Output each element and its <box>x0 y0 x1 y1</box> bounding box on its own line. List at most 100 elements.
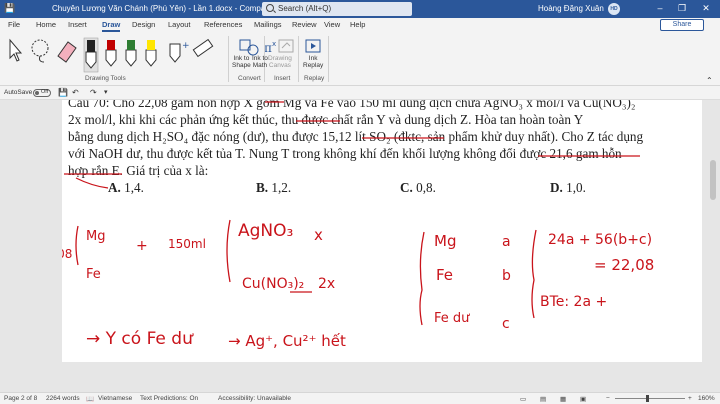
hw-mass: 22,08 <box>62 247 72 261</box>
word-count[interactable]: 2264 words <box>46 395 80 402</box>
window-title: Chuyên Lương Văn Chánh (Phú Yên) - Lần 1… <box>52 4 276 13</box>
proofing-icon[interactable]: 📖 <box>86 395 94 403</box>
tab-draw[interactable]: Draw <box>102 20 121 32</box>
hw-x: x <box>314 226 323 244</box>
pen-black-icon[interactable] <box>83 37 99 73</box>
autosave-state: Off <box>41 89 49 95</box>
search-placeholder: Search (Alt+Q) <box>278 4 332 13</box>
web-layout-icon[interactable]: ▣ <box>580 395 586 403</box>
hw-b: b <box>502 268 511 284</box>
hw-bte: BTe: 2a + <box>540 294 607 310</box>
hw-ions-consumed: → Ag⁺, Cu²⁺ hết <box>228 332 346 350</box>
text-predictions[interactable]: Text Predictions: On <box>140 395 198 402</box>
svg-text:x: x <box>272 40 276 48</box>
select-tool-icon[interactable] <box>9 38 23 62</box>
zoom-level[interactable]: 160% <box>698 395 715 402</box>
group-drawing-tools: Drawing Tools <box>85 75 126 82</box>
svg-text:π: π <box>264 41 272 55</box>
share-button[interactable]: Share <box>660 19 704 31</box>
page-count[interactable]: Page 2 of 8 <box>4 395 37 402</box>
ruler-icon[interactable] <box>192 38 214 58</box>
pen-green-icon[interactable] <box>125 40 137 67</box>
collapse-ribbon-icon[interactable]: ⌃ <box>706 76 713 85</box>
search-box[interactable]: Search (Alt+Q) <box>262 2 412 16</box>
hw-fe-2: Fe <box>436 266 453 284</box>
tab-layout[interactable]: Layout <box>168 20 191 29</box>
ink-brace <box>531 229 537 319</box>
autosave-label: AutoSave <box>4 89 33 96</box>
ink-brace <box>419 231 425 326</box>
separator <box>228 36 229 82</box>
tab-design[interactable]: Design <box>132 20 155 29</box>
tab-view[interactable]: View <box>324 20 340 29</box>
scrollbar-thumb[interactable] <box>710 160 716 200</box>
ribbon-tabs: File Home Insert Draw Design Layout Refe… <box>0 18 720 32</box>
focus-icon[interactable]: ▭ <box>520 395 526 403</box>
ink-replay-icon[interactable] <box>305 39 321 53</box>
search-icon <box>266 4 274 12</box>
redo-icon[interactable]: ↷ <box>90 88 97 97</box>
hw-fe-du: Fe dư <box>434 311 470 326</box>
hw-c: c <box>502 316 510 332</box>
tab-mailings[interactable]: Mailings <box>254 20 282 29</box>
status-bar: Page 2 of 8 2264 words 📖 Vietnamese Text… <box>0 392 720 404</box>
add-pen-icon[interactable]: + <box>169 41 190 63</box>
pen-red-icon[interactable] <box>105 40 117 67</box>
highlighter-yellow-icon[interactable] <box>145 40 157 67</box>
accessibility-status[interactable]: Accessibility: Unavailable <box>218 395 291 402</box>
hw-mg-2: Mg <box>434 232 456 250</box>
lasso-select-icon[interactable] <box>31 39 49 63</box>
hw-cuno3: Cu(NO₃)₂ <box>242 276 304 292</box>
tab-insert[interactable]: Insert <box>68 20 87 29</box>
save-icon[interactable]: 💾 <box>4 3 15 14</box>
save-icon[interactable]: 💾 <box>58 88 68 97</box>
ink-annotations[interactable]: 22,08 Mg Fe + 150ml AgNO₃ x Cu(NO₃)₂ 2x … <box>62 100 702 362</box>
zoom-slider[interactable] <box>615 398 685 399</box>
svg-text:+: + <box>182 41 190 51</box>
hw-plus: + <box>136 238 148 254</box>
close-button[interactable]: ✕ <box>700 2 712 14</box>
undo-icon[interactable]: ↶ <box>72 88 79 97</box>
tab-file[interactable]: File <box>8 20 20 29</box>
eraser-icon[interactable] <box>57 41 77 63</box>
vertical-scrollbar[interactable] <box>706 100 720 362</box>
title-bar: 💾 Chuyên Lương Văn Chánh (Phú Yên) - Lần… <box>0 0 720 18</box>
language[interactable]: Vietnamese <box>98 395 132 402</box>
ink-stroke <box>75 177 109 189</box>
group-convert: Convert <box>238 75 261 82</box>
ink-bracket <box>226 219 231 283</box>
hw-equation-2: = 22,08 <box>594 256 654 274</box>
tab-home[interactable]: Home <box>36 20 56 29</box>
hw-mg: Mg <box>86 229 105 244</box>
tab-review[interactable]: Review <box>292 20 317 29</box>
ink-to-shape-icon[interactable] <box>239 39 259 56</box>
minimize-button[interactable]: – <box>654 2 666 14</box>
tab-help[interactable]: Help <box>350 20 365 29</box>
ink-bracket <box>75 225 79 266</box>
avatar[interactable]: HD <box>608 3 620 15</box>
restore-button[interactable]: ❐ <box>676 2 688 14</box>
read-mode-icon[interactable]: ▤ <box>540 395 546 403</box>
print-layout-icon[interactable]: ▦ <box>560 395 566 403</box>
separator <box>328 36 329 82</box>
document-page[interactable]: Câu 70: Cho 22,08 gam hỗn hợp X gồm Mg v… <box>62 100 702 362</box>
ink-to-shape-label: Ink to Shape <box>232 55 251 69</box>
user-name[interactable]: Hoàng Đặng Xuân <box>538 4 604 13</box>
ink-to-math-label: Ink to Math <box>252 55 268 69</box>
hw-2x: 2x <box>318 276 335 292</box>
zoom-slider-thumb[interactable] <box>646 395 649 402</box>
ink-to-math-icon[interactable]: π x <box>264 40 276 55</box>
customize-qat-icon[interactable]: ▾ <box>104 88 108 96</box>
hw-y-contains: → Y có Fe dư <box>86 329 194 349</box>
hw-a: a <box>502 234 511 250</box>
zoom-in-icon[interactable]: + <box>688 395 692 402</box>
hw-volume: 150ml <box>168 237 206 251</box>
group-insert: Insert <box>274 75 291 82</box>
hw-equation-1: 24a + 56(b+c) <box>548 232 652 248</box>
tab-references[interactable]: References <box>204 20 242 29</box>
zoom-out-icon[interactable]: − <box>606 395 610 402</box>
hw-agno3: AgNO₃ <box>238 221 293 241</box>
drawing-canvas-icon[interactable] <box>278 39 294 53</box>
group-replay: Replay <box>304 75 325 82</box>
quick-access-toolbar: AutoSave Off 💾 ↶ ↷ ▾ <box>0 86 720 100</box>
